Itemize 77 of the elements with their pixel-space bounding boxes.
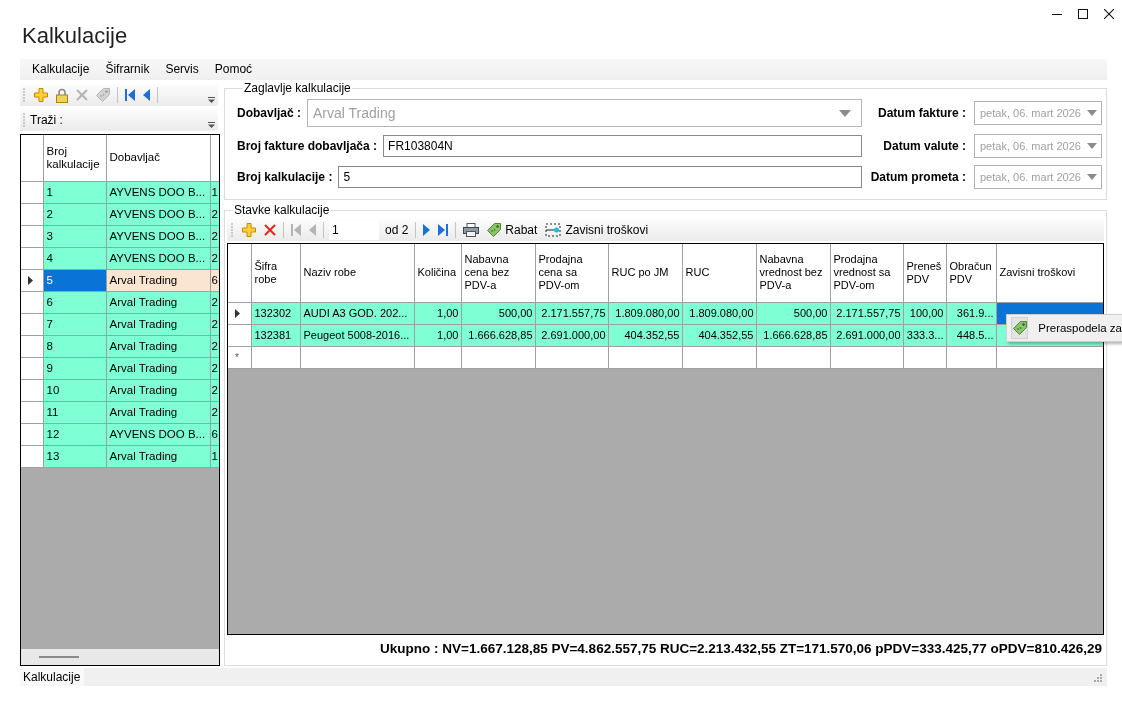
horizontal-scrollbar[interactable] [21,649,219,665]
column-header[interactable]: Naziv robe [300,244,414,302]
menu-item[interactable]: Preraspodela za [1007,315,1122,341]
column-header[interactable]: Obračun PDV [946,244,996,302]
close-icon[interactable] [1104,9,1114,19]
table-cell: 2 [210,357,219,379]
left-triangle-icon [309,224,316,236]
right-triangle-icon [423,224,431,236]
column-header[interactable]: Broj kalkulacije [43,135,106,181]
table-cell: 6 [210,423,219,445]
column-header[interactable]: Šifra robe [251,244,300,302]
table-cell: 2 [210,401,219,423]
plus-icon [34,88,48,102]
left-triangle-icon [143,89,150,101]
field-label: Datum valute : [882,139,967,153]
tag-icon [487,223,502,237]
input-field[interactable]: FR103804N [383,135,862,157]
cross-icon [264,224,276,236]
column-header[interactable]: RUC po JM [608,244,682,302]
row-pointer-icon [235,308,240,318]
field-label: Broj fakture dobavljača : [237,139,378,153]
table-cell: 2 [210,313,219,335]
table-cell: 1 [210,445,219,467]
printer-icon [463,223,480,237]
resize-grip-icon[interactable] [1093,672,1102,682]
totals-text: Ukupno : NV=1.667.128,85 PV=4.862.557,75 RUC=2.213.432,55 ZT=171.570,06 pPDV=333.425,77 oPDV=810.426,29 [379,640,1103,658]
position-field[interactable]: 1 [329,220,379,240]
overflow-icon[interactable] [208,96,215,103]
field-label: Datum prometa : [869,170,967,184]
dotted-box-icon [545,223,562,237]
overflow-icon[interactable] [208,121,215,128]
column-header[interactable]: Prodajna vrednost sa PDV-om [830,244,903,302]
row-header[interactable] [228,302,251,324]
table-cell: 2 [210,225,219,247]
table-cell: 2 [210,291,219,313]
column-header[interactable]: Zavisni troškovi [996,244,1103,302]
table-cell: 2 [210,247,219,269]
column-header[interactable]: Nabavna cena bez PDV-a [461,244,535,302]
column-header[interactable]: Prodajna cena sa PDV-om [535,244,608,302]
column-header[interactable]: Nabavna vrednost bez PDV-a [756,244,830,302]
tag-icon [1012,321,1027,335]
table-cell: 1 [210,181,219,203]
search-label: Traži : [30,113,63,127]
column-header[interactable]: RUC [682,244,756,302]
tag-icon [96,88,110,102]
menu-item[interactable]: Šifrarnik [97,60,158,79]
column-header[interactable]: Preneš PDV [903,244,946,302]
window-title: Kalkulacije [22,23,128,49]
table-cell: 6 [210,269,219,291]
table-cell: 2 [210,203,219,225]
page-count-label: od 2 [385,223,409,237]
column-header[interactable]: Količina [414,244,461,302]
input-field[interactable]: 5 [338,166,862,188]
field-label: Dobavljač : [237,106,302,120]
row-pointer-icon [28,275,33,285]
skip-first-icon [291,224,301,236]
new-row-marker: * [235,352,239,363]
cross-icon [76,89,88,101]
padlock-icon [56,87,68,103]
status-text: Kalkulacije [20,668,85,686]
table-cell: 2 [210,379,219,401]
tag-button[interactable]: Rabat [483,220,542,240]
skip-first-icon [125,89,135,101]
column-header[interactable]: Dobavljač [106,135,210,181]
group-title: Stavke kalkulacije [233,203,331,217]
group-title: Zaglavlje kalkulacije [243,81,352,95]
menu-item[interactable]: Kalkulacije [24,60,98,79]
field-label: Broj kalkulacije : [237,170,333,184]
menu-item[interactable]: Servis [157,60,207,79]
table-cell: 2 [210,335,219,357]
menu-item[interactable]: Pomoć [206,60,261,79]
minimize-icon[interactable] [1052,13,1062,15]
maximize-icon[interactable] [1078,9,1088,19]
costs-button[interactable]: Zavisni troškovi [541,220,653,240]
field-label: Datum fakture : [877,106,967,120]
plus-icon [242,223,256,237]
skip-last-icon [438,224,449,236]
